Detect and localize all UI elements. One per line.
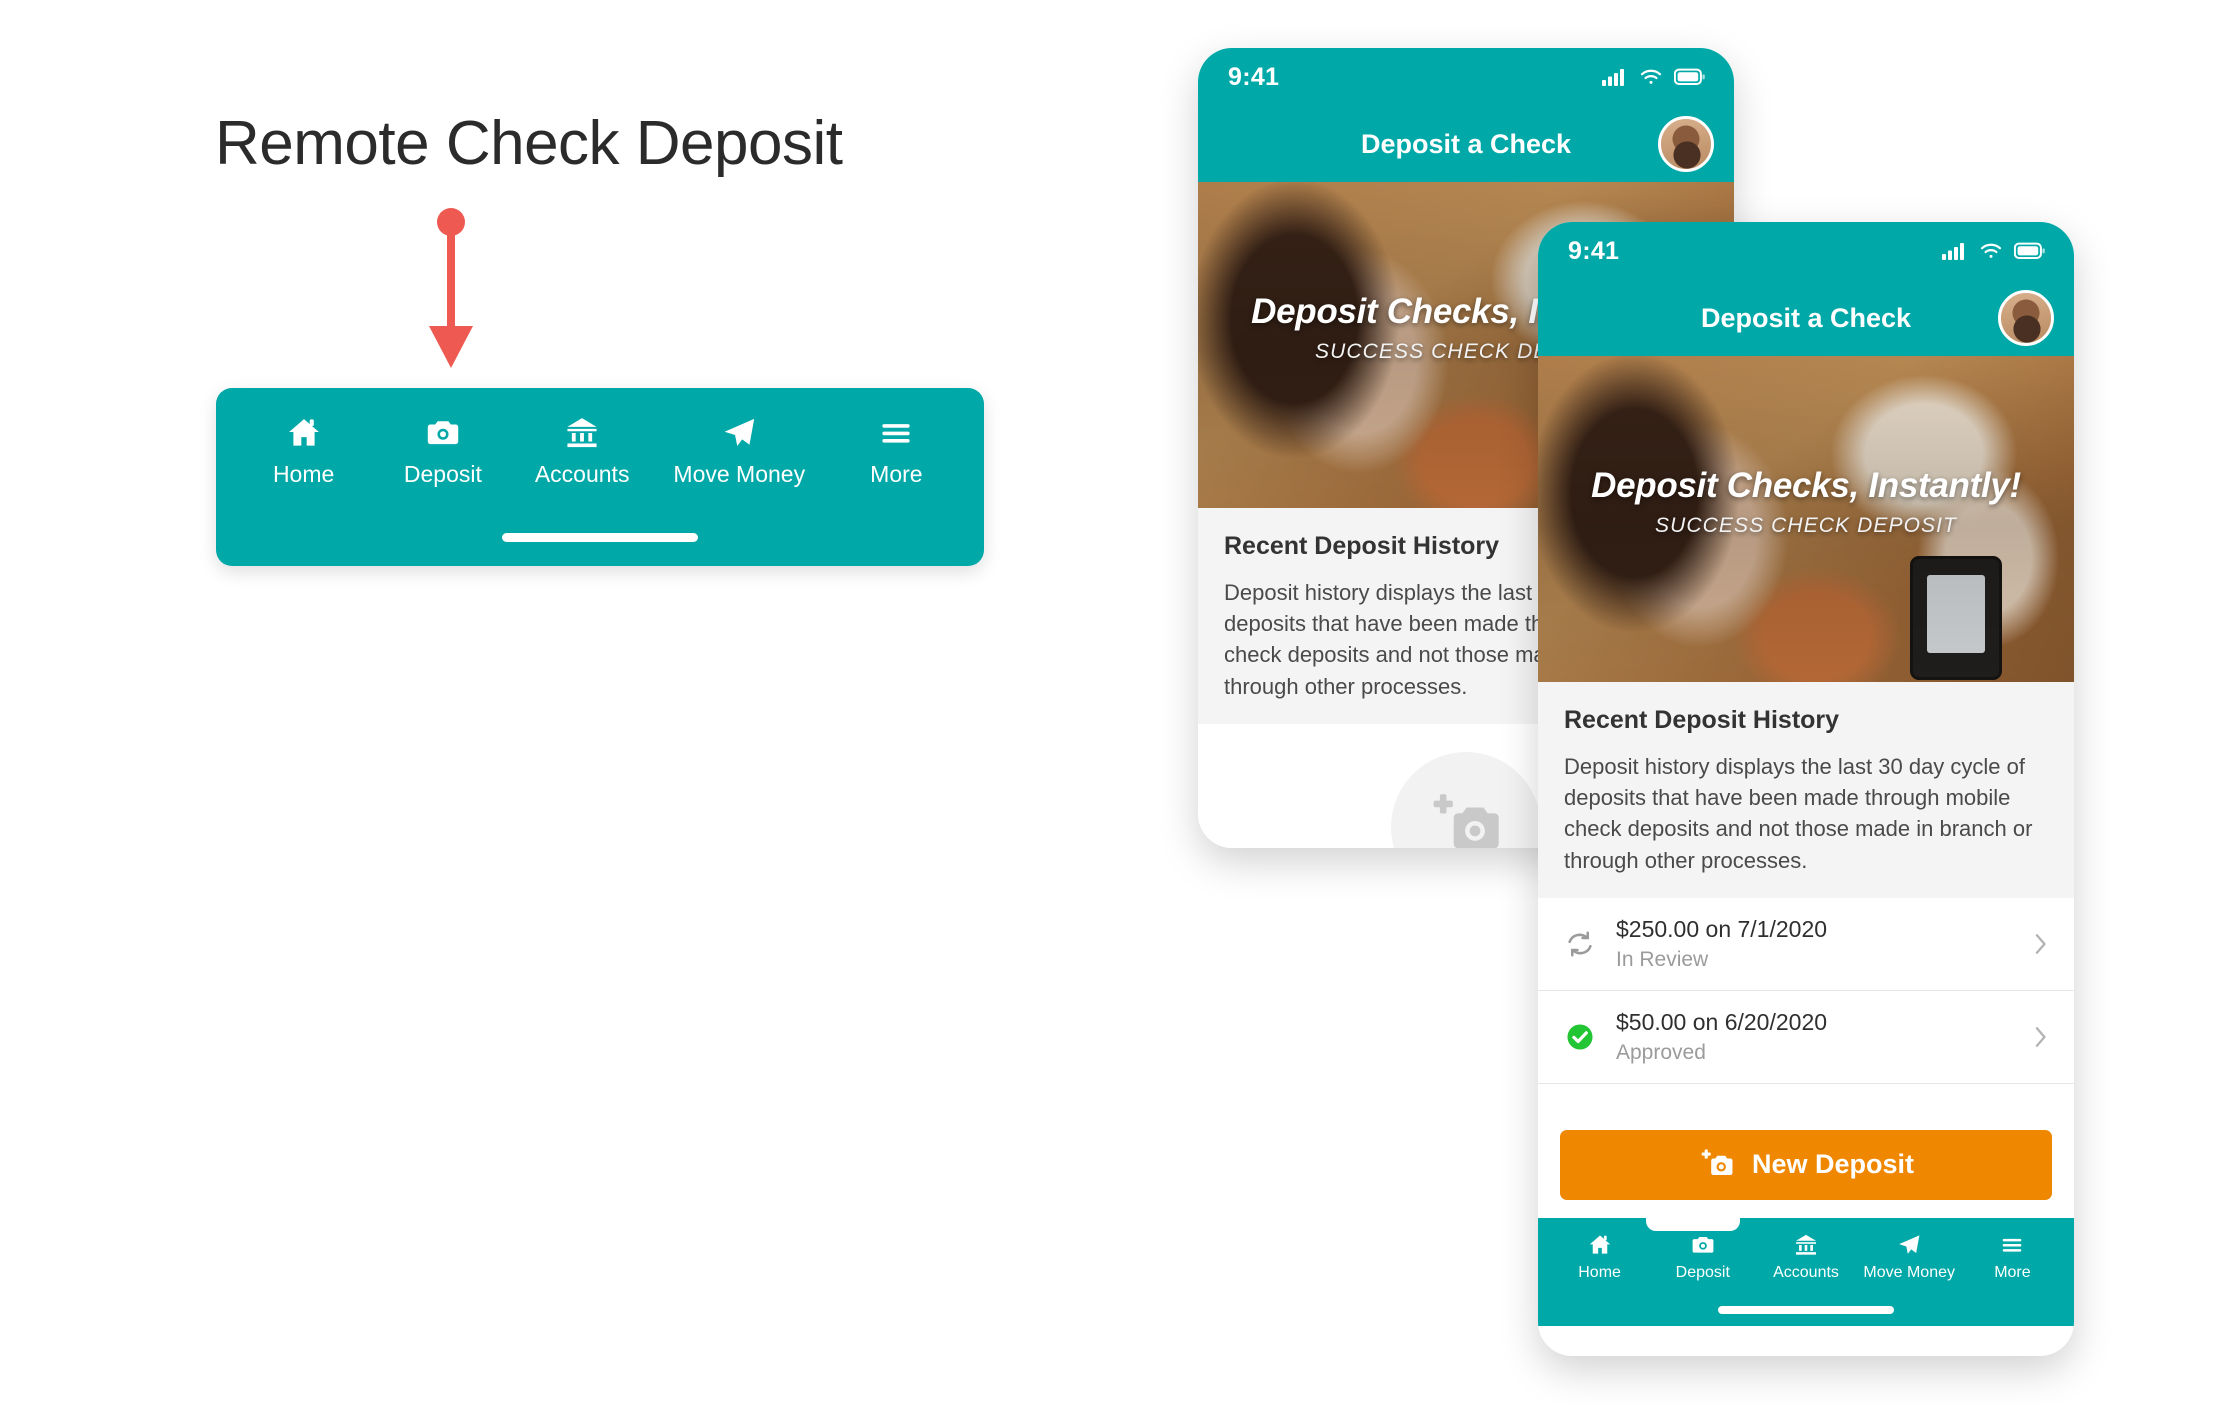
arrow-head-icon xyxy=(429,326,473,368)
refresh-icon xyxy=(1562,928,1598,960)
nav-bar: Deposit a Check xyxy=(1538,280,2074,356)
tab-accounts-label: Accounts xyxy=(534,461,630,487)
bank-icon xyxy=(1792,1232,1820,1258)
tab-more-label: More xyxy=(870,461,923,487)
nav-title: Deposit a Check xyxy=(1700,302,1912,333)
bottom-tab-deposit-label: Deposit xyxy=(1675,1263,1730,1281)
home-icon xyxy=(1586,1232,1614,1258)
hamburger-icon xyxy=(876,414,916,452)
deposit-status: In Review xyxy=(1616,947,1709,971)
nav-title: Deposit a Check xyxy=(1360,128,1572,159)
deposit-row-partial[interactable] xyxy=(1538,1084,2074,1114)
check-circle-icon xyxy=(1562,1021,1598,1053)
camera-icon xyxy=(1689,1232,1717,1258)
home-indicator xyxy=(1718,1305,1894,1314)
paper-plane-icon xyxy=(1895,1232,1923,1258)
hero-title: Deposit Checks, Instantly! xyxy=(1591,466,2021,505)
status-bar: 9:41 xyxy=(1198,48,1734,106)
tabbar-specimen-tabs: Home Deposit Accounts Move Money More xyxy=(216,414,984,488)
wifi-icon xyxy=(1639,68,1663,86)
paper-plane-icon xyxy=(719,414,759,452)
bottom-tab-more-label: More xyxy=(1994,1263,2031,1281)
bottom-tab-move-money[interactable]: Move Money xyxy=(1858,1232,1961,1282)
bottom-nav: Home Deposit Accounts Move Money More xyxy=(1538,1217,2074,1326)
avatar[interactable] xyxy=(1658,116,1714,172)
hero-banner: Deposit Checks, Instantly! SUCCESS CHECK… xyxy=(1538,356,2074,682)
nav-notch xyxy=(1646,1217,1741,1231)
bank-icon xyxy=(562,414,602,452)
add-camera-icon xyxy=(1698,1148,1736,1182)
deposit-list: $250.00 on 7/1/2020 In Review $50.00 on … xyxy=(1538,897,2074,1114)
tab-move-money-label: Move Money xyxy=(673,461,806,487)
deposit-row[interactable]: $50.00 on 6/20/2020 Approved xyxy=(1538,991,2074,1084)
tab-deposit-label: Deposit xyxy=(403,461,482,487)
hamburger-icon xyxy=(1998,1232,2026,1258)
status-bar: 9:41 xyxy=(1538,222,2074,280)
tab-move-money[interactable]: Move Money xyxy=(673,414,805,488)
nav-bar: Deposit a Check xyxy=(1198,106,1734,182)
deposit-amount: $50.00 on 6/20/2020 xyxy=(1616,1008,1828,1035)
annotation-panel: Remote Check Deposit Home Deposit Accoun… xyxy=(0,0,1150,1405)
tab-home-label: Home xyxy=(272,461,335,487)
status-time: 9:41 xyxy=(1568,236,1620,265)
cta-wrapper: New Deposit xyxy=(1538,1113,2074,1218)
empty-state-circle xyxy=(1391,751,1541,848)
tabbar-specimen: Home Deposit Accounts Move Money More xyxy=(216,388,984,566)
deposit-row-body: $250.00 on 7/1/2020 In Review xyxy=(1616,916,2012,972)
phone-mockup-front: 9:41 Deposit a Check Deposit Checks, Ins… xyxy=(1538,222,2074,1356)
bottom-tab-home[interactable]: Home xyxy=(1548,1232,1651,1282)
bottom-tab-move-money-label: Move Money xyxy=(1863,1263,1955,1281)
bottom-tab-deposit[interactable]: Deposit xyxy=(1651,1232,1754,1282)
chevron-right-icon xyxy=(2030,930,2052,958)
avatar-face xyxy=(1661,119,1711,169)
avatar[interactable] xyxy=(1998,290,2054,346)
battery-icon xyxy=(2014,242,2046,260)
new-deposit-button[interactable]: New Deposit xyxy=(1560,1129,2052,1200)
battery-icon xyxy=(1674,68,1706,86)
status-time: 9:41 xyxy=(1228,62,1280,91)
tab-more[interactable]: More xyxy=(848,414,944,488)
add-photo-icon xyxy=(1427,791,1505,848)
signal-bars-icon xyxy=(1942,242,1968,260)
camera-icon xyxy=(423,414,463,452)
bottom-tab-more[interactable]: More xyxy=(1961,1232,2064,1282)
avatar-face xyxy=(2001,293,2051,343)
arrow-stem xyxy=(447,228,455,335)
status-icons xyxy=(1602,68,1706,86)
history-heading: Recent Deposit History xyxy=(1564,706,1840,734)
deposit-amount: $250.00 on 7/1/2020 xyxy=(1616,915,1828,942)
bottom-tab-home-label: Home xyxy=(1578,1263,1621,1281)
tab-home[interactable]: Home xyxy=(256,414,352,488)
bottom-tab-accounts[interactable]: Accounts xyxy=(1754,1232,1857,1282)
wifi-icon xyxy=(1979,242,2003,260)
pointer-arrow-annotation xyxy=(421,208,481,368)
page-title: Remote Check Deposit xyxy=(215,109,843,178)
chevron-right-icon xyxy=(2030,1023,2052,1051)
hero-text: Deposit Checks, Instantly! SUCCESS CHECK… xyxy=(1538,466,2074,538)
deposit-row-body: $50.00 on 6/20/2020 Approved xyxy=(1616,1009,2012,1065)
new-deposit-label: New Deposit xyxy=(1751,1149,1915,1180)
home-icon xyxy=(284,414,324,452)
tab-deposit[interactable]: Deposit xyxy=(395,414,491,488)
history-description: Deposit history displays the last 30 day… xyxy=(1564,754,2033,873)
home-indicator xyxy=(502,533,698,542)
bottom-tab-accounts-label: Accounts xyxy=(1773,1263,1839,1281)
hero-subtitle: SUCCESS CHECK DEPOSIT xyxy=(1655,514,1957,537)
signal-bars-icon xyxy=(1602,68,1628,86)
bottom-nav-tabs: Home Deposit Accounts Move Money More xyxy=(1538,1232,2074,1282)
status-icons xyxy=(1942,242,2046,260)
deposit-status: Approved xyxy=(1616,1040,1706,1064)
history-block: Recent Deposit History Deposit history d… xyxy=(1538,682,2074,898)
deposit-row[interactable]: $250.00 on 7/1/2020 In Review xyxy=(1538,898,2074,991)
tab-accounts[interactable]: Accounts xyxy=(534,414,630,488)
